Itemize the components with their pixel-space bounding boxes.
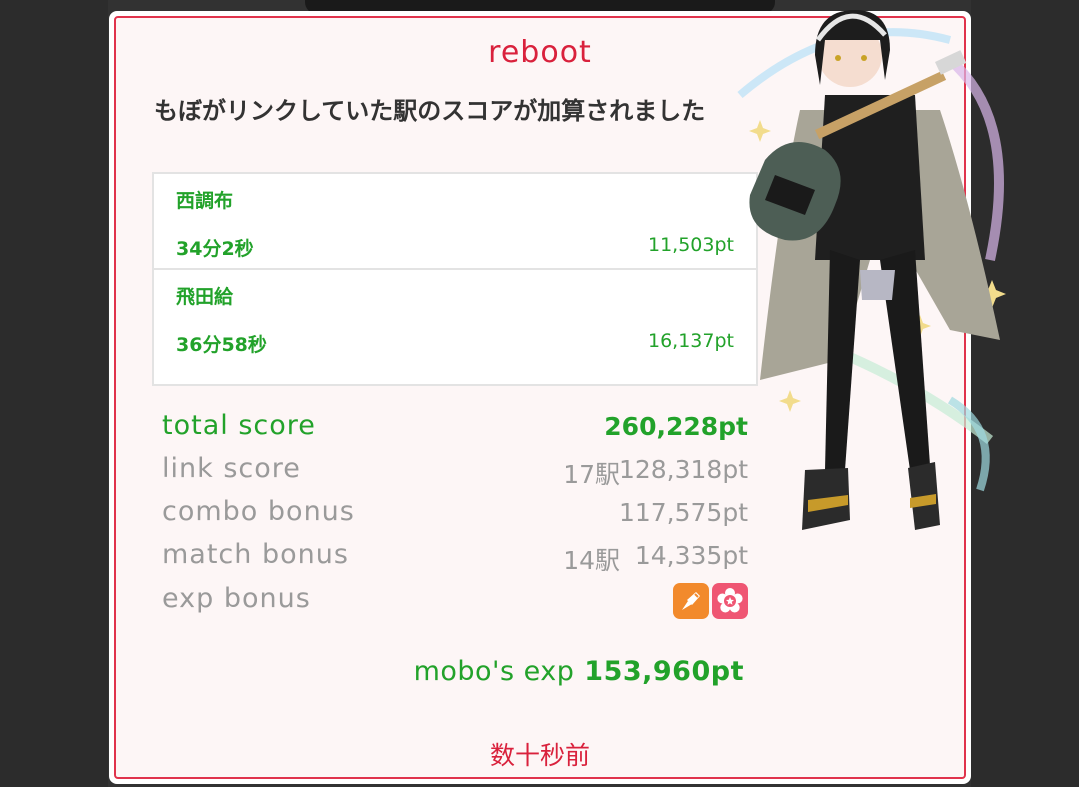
station-name: 飛田給 xyxy=(176,286,234,308)
mobo-exp-label: mobo's exp xyxy=(413,656,575,687)
link-score-label: link score xyxy=(162,453,301,484)
station-link-time: 34分2秒 xyxy=(176,238,254,260)
timestamp: 数十秒前 xyxy=(489,741,590,770)
station-item: 飛田給 36分58秒 16,137pt xyxy=(154,270,756,366)
total-score-row: total score 260,228pt xyxy=(162,410,748,450)
match-bonus-label: match bonus xyxy=(162,539,349,570)
character-illustration xyxy=(737,10,1006,530)
link-score-row: link score 17駅 128,318pt xyxy=(162,453,748,493)
exp-bonus-row: exp bonus xyxy=(162,583,748,623)
station-item: 西調布 34分2秒 11,503pt xyxy=(154,174,756,270)
mobo-exp-result: mobo's exp 153,960pt xyxy=(414,656,744,687)
match-station-count: 14駅 xyxy=(563,546,620,575)
dialog-message: もぼがリンクしていた駅のスコアが加算されました xyxy=(154,97,706,125)
match-bonus-row: match bonus 14駅 14,335pt xyxy=(162,539,748,579)
exp-bonus-label: exp bonus xyxy=(162,583,311,614)
mobo-exp-value: 153,960pt xyxy=(584,656,744,687)
exp-bonus-badges xyxy=(673,583,748,619)
pink-flower-icon xyxy=(712,583,748,619)
total-score-label: total score xyxy=(162,410,316,441)
orange-rocket-icon xyxy=(673,583,709,619)
link-station-count: 17駅 xyxy=(563,460,620,489)
background-left xyxy=(0,0,108,787)
station-link-time: 36分58秒 xyxy=(176,334,267,356)
combo-bonus-row: combo bonus 117,575pt xyxy=(162,496,748,536)
combo-bonus-label: combo bonus xyxy=(162,496,355,527)
station-name: 西調布 xyxy=(176,190,234,212)
station-list: 西調布 34分2秒 11,503pt 飛田給 36分58秒 16,137pt xyxy=(152,172,758,386)
